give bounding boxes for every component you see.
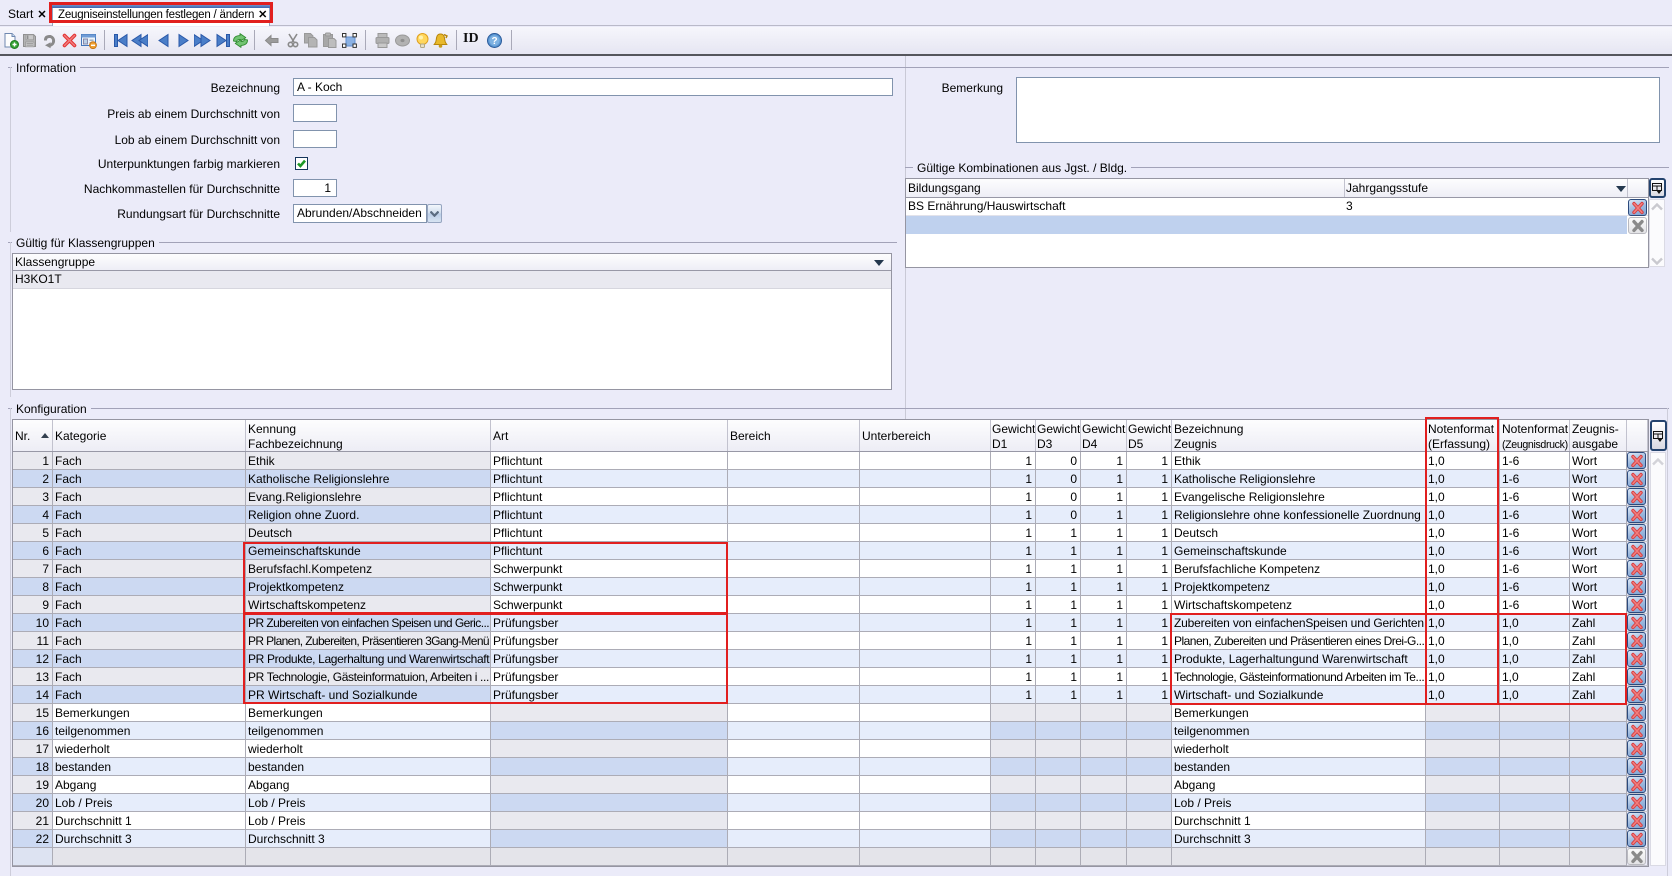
svg-text:?: ? — [491, 36, 497, 47]
